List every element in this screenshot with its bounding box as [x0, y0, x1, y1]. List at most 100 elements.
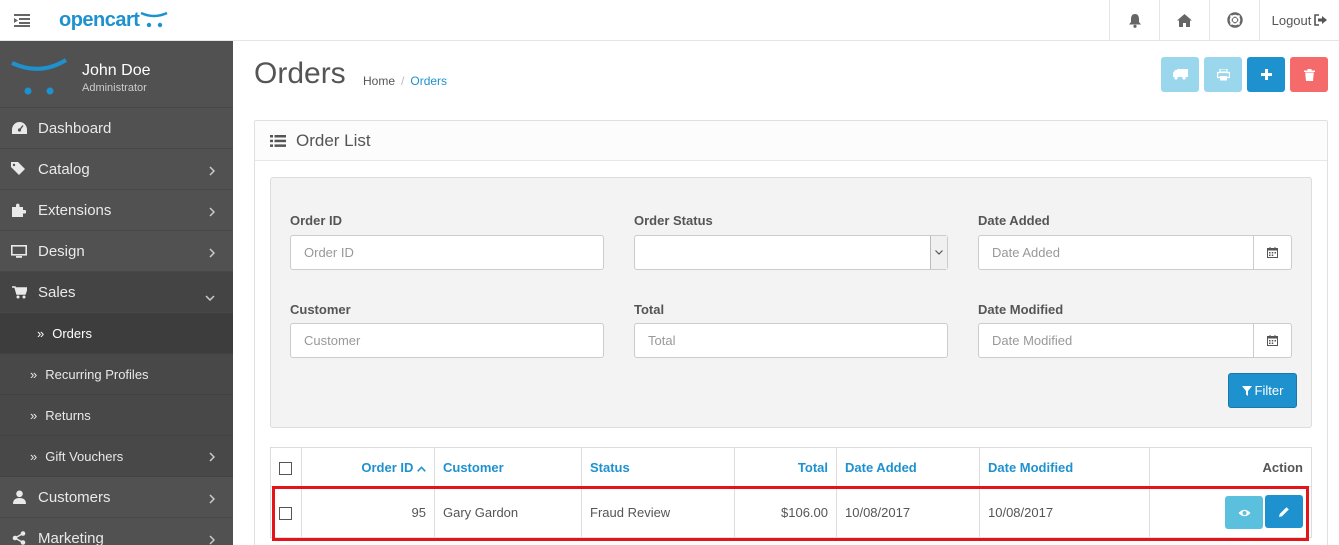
order-id-header-label: Order ID — [361, 459, 414, 475]
sidebar-item-dashboard[interactable]: Dashboard — [0, 108, 233, 149]
home-icon — [1177, 13, 1192, 27]
order-id-header[interactable]: Order ID — [301, 447, 435, 487]
share-icon — [11, 530, 27, 545]
date-added-header[interactable]: Date Added — [836, 447, 980, 487]
logout-button[interactable]: Logout — [1259, 0, 1339, 40]
chevron-right-icon — [209, 163, 216, 180]
breadcrumb: Home / Orders — [363, 74, 447, 88]
date-added-cell: 10/08/2017 — [836, 486, 980, 538]
select-arrow[interactable] — [930, 236, 947, 269]
bell-icon — [1128, 13, 1141, 28]
customer-cell: Gary Gardon — [434, 486, 582, 538]
chevron-right-icon — [209, 245, 216, 262]
opencart-cart-avatar-icon — [11, 58, 68, 95]
row-checkbox[interactable] — [279, 506, 292, 520]
select-all-checkbox[interactable] — [279, 461, 292, 475]
notifications-button[interactable] — [1109, 0, 1159, 40]
list-icon — [270, 134, 286, 147]
chevron-right-icon — [209, 491, 216, 508]
add-order-button[interactable] — [1247, 57, 1285, 92]
status-header-label: Status — [590, 459, 630, 475]
home-button[interactable] — [1159, 0, 1209, 40]
cart-icon — [11, 284, 27, 300]
sidebar-item-label: Catalog — [38, 160, 90, 178]
sidebar-item-customers[interactable]: Customers — [0, 477, 233, 518]
sidebar-subitem-returns[interactable]: » Returns — [0, 395, 233, 436]
shipping-button[interactable] — [1161, 57, 1199, 92]
total-header[interactable]: Total — [734, 447, 837, 487]
view-order-button[interactable] — [1225, 496, 1263, 529]
truck-icon — [1172, 69, 1188, 80]
order-status-label: Order Status — [634, 213, 713, 228]
chevron-down-icon — [205, 288, 215, 305]
sidebar-item-catalog[interactable]: Catalog — [0, 149, 233, 190]
panel-title: Order List — [296, 130, 371, 150]
order-id-label: Order ID — [290, 213, 343, 228]
sidebar-subitem-label: Returns — [45, 407, 91, 423]
logout-label: Logout — [1271, 12, 1312, 28]
action-cell — [1149, 486, 1312, 538]
date-modified-header-label: Date Modified — [988, 459, 1074, 475]
menu-toggle-button[interactable] — [0, 0, 44, 40]
customer-header[interactable]: Customer — [434, 447, 582, 487]
select-all-cell — [270, 447, 302, 487]
table-row: 95 Gary Gardon Fraud Review $106.00 10/0… — [270, 486, 1312, 538]
dashboard-icon — [11, 120, 27, 136]
double-chevron-icon: » — [30, 407, 38, 423]
date-added-input[interactable] — [978, 235, 1254, 270]
order-list-panel: Order List Order ID Order Status Date Ad… — [254, 120, 1328, 545]
funnel-icon — [1241, 385, 1252, 396]
status-header[interactable]: Status — [581, 447, 735, 487]
total-input[interactable] — [634, 323, 948, 358]
date-added-calendar-button[interactable] — [1254, 235, 1292, 270]
filter-button[interactable]: Filter — [1228, 373, 1297, 408]
row-select-cell — [270, 486, 302, 538]
tags-icon — [11, 161, 27, 177]
sidebar-item-sales[interactable]: Sales — [0, 272, 233, 313]
order-status-select[interactable] — [634, 235, 948, 270]
total-cell: $106.00 — [734, 486, 837, 538]
orders-table: Order ID Customer Status Total Date Adde… — [270, 447, 1312, 538]
sign-out-icon — [1314, 14, 1328, 26]
breadcrumb-separator: / — [401, 74, 405, 88]
life-ring-icon — [1226, 12, 1243, 28]
print-invoice-button[interactable] — [1204, 57, 1242, 92]
date-modified-header[interactable]: Date Modified — [979, 447, 1150, 487]
sidebar-item-extensions[interactable]: Extensions — [0, 190, 233, 231]
opencart-logo[interactable]: opencart — [59, 4, 169, 36]
double-chevron-icon: » — [37, 325, 45, 341]
chevron-right-icon — [209, 450, 216, 465]
puzzle-icon — [11, 202, 27, 218]
total-header-label: Total — [797, 459, 828, 475]
help-button[interactable] — [1209, 0, 1259, 40]
date-modified-cell: 10/08/2017 — [979, 486, 1150, 538]
panel-heading: Order List — [255, 121, 1327, 161]
breadcrumb-orders-link[interactable]: Orders — [410, 74, 447, 88]
date-modified-label: Date Modified — [978, 302, 1064, 317]
chevron-down-icon — [935, 250, 943, 255]
plus-icon — [1260, 69, 1272, 80]
sidebar: John Doe Administrator Dashboard Catalog… — [0, 41, 233, 545]
date-modified-calendar-button[interactable] — [1254, 323, 1292, 358]
main-content: Orders Home / Orders Order List Order ID… — [233, 41, 1339, 545]
order-id-input[interactable] — [290, 235, 604, 270]
action-header: Action — [1149, 447, 1312, 487]
sidebar-subitem-orders[interactable]: » Orders — [0, 313, 233, 354]
customer-input[interactable] — [290, 323, 604, 358]
sidebar-subitem-recurring-profiles[interactable]: » Recurring Profiles — [0, 354, 233, 395]
date-modified-input[interactable] — [978, 323, 1254, 358]
edit-order-button[interactable] — [1265, 495, 1303, 528]
logo-text: opencart — [59, 8, 140, 31]
customer-label: Customer — [290, 302, 351, 317]
page-title: Orders — [254, 57, 346, 90]
delete-order-button[interactable] — [1290, 57, 1328, 92]
sidebar-subitem-label: Gift Vouchers — [45, 448, 124, 464]
sidebar-subitem-gift-vouchers[interactable]: » Gift Vouchers — [0, 436, 233, 477]
sidebar-item-design[interactable]: Design — [0, 231, 233, 272]
breadcrumb-home-link[interactable]: Home — [363, 74, 395, 88]
user-profile[interactable]: John Doe Administrator — [0, 41, 233, 108]
sidebar-item-marketing[interactable]: Marketing — [0, 518, 233, 545]
status-cell: Fraud Review — [581, 486, 735, 538]
sidebar-item-label: Customers — [38, 488, 111, 506]
menu-icon — [14, 13, 30, 27]
